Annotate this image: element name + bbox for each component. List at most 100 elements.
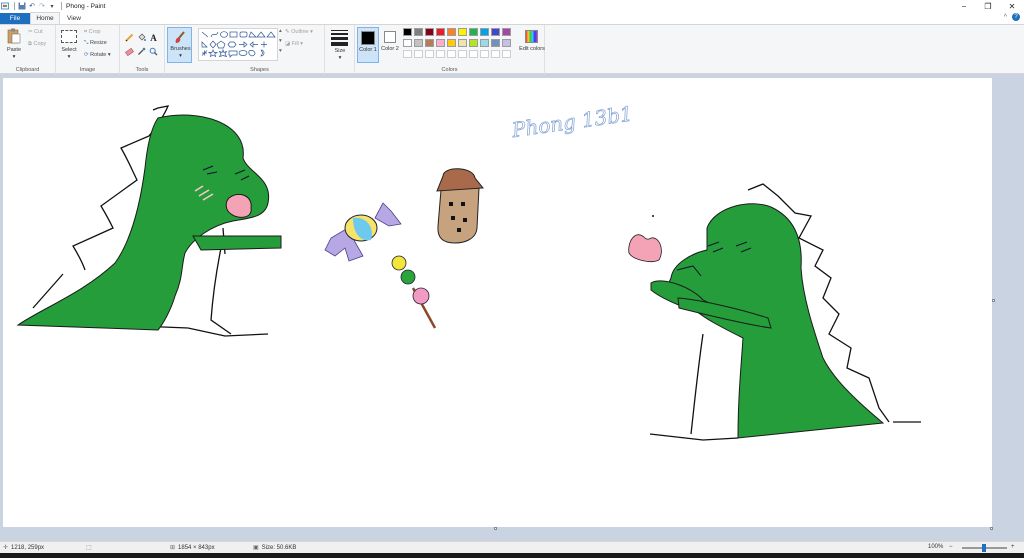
drawing-canvas[interactable]: Phong 13b1 xyxy=(3,78,992,527)
custom-color-slot[interactable] xyxy=(414,50,423,58)
paste-label[interactable]: Paste xyxy=(2,47,26,53)
custom-color-slot[interactable] xyxy=(447,50,456,58)
save-icon[interactable] xyxy=(18,2,26,10)
copy-label: Copy xyxy=(33,41,47,47)
tab-view[interactable]: View xyxy=(60,12,88,24)
custom-color-slot[interactable] xyxy=(502,50,511,58)
resize-handle-corner[interactable] xyxy=(990,527,993,530)
palette-swatch[interactable] xyxy=(425,28,434,36)
palette-swatch[interactable] xyxy=(480,28,489,36)
fill-bucket-icon[interactable] xyxy=(137,33,146,42)
file-size-text: Size: 50.6KB xyxy=(261,544,297,551)
edit-colors-button[interactable]: Edit colors xyxy=(519,27,545,63)
color2-label: Color 2 xyxy=(381,46,399,52)
palette-swatch[interactable] xyxy=(480,39,489,47)
crop-button[interactable]: ⌗ Crop xyxy=(84,29,101,36)
size-icon[interactable] xyxy=(331,30,348,46)
copy-button[interactable]: ⧉ Copy xyxy=(28,41,46,48)
color1-swatch xyxy=(361,31,375,45)
tab-file[interactable]: File xyxy=(0,13,30,24)
resize-handle-right[interactable] xyxy=(992,299,995,302)
rotate-button[interactable]: ⟳ Rotate ▾ xyxy=(84,52,111,58)
cut-button[interactable]: ✂ Cut xyxy=(28,29,43,35)
palette-swatch[interactable] xyxy=(425,39,434,47)
palette-swatch[interactable] xyxy=(447,39,456,47)
zoom-in-button[interactable]: + xyxy=(1011,544,1015,550)
help-icon[interactable]: ? xyxy=(1012,13,1020,21)
dimensions-icon: ⊞ xyxy=(170,545,176,551)
cursor-position: ✛ 1218, 259px xyxy=(3,544,44,552)
text-tool-icon[interactable]: A xyxy=(149,33,158,43)
crop-label: Crop xyxy=(88,29,101,35)
brushes-button[interactable]: Brushes ▾ xyxy=(167,27,192,63)
rotate-icon: ⟳ xyxy=(84,52,89,58)
select-button[interactable]: Select xyxy=(58,47,80,53)
color-picker-icon[interactable] xyxy=(137,47,146,56)
palette-swatch[interactable] xyxy=(469,39,478,47)
palette-swatch[interactable] xyxy=(458,39,467,47)
collapse-ribbon-icon[interactable]: ^ xyxy=(1004,14,1007,21)
palette-swatch[interactable] xyxy=(502,28,511,36)
shapes-scroll-up[interactable]: ▴ xyxy=(279,28,282,34)
palette-swatch[interactable] xyxy=(469,28,478,36)
fill-icon: ◪ xyxy=(285,41,291,47)
custom-color-slot[interactable] xyxy=(436,50,445,58)
resize-button[interactable]: ⤡ Resize xyxy=(84,40,107,47)
color2-button[interactable]: Color 2 xyxy=(380,27,402,63)
customize-qat-icon[interactable]: ▾ xyxy=(48,2,56,10)
custom-color-slot[interactable] xyxy=(425,50,434,58)
selection-size: ⬚ xyxy=(86,544,95,551)
qat-separator xyxy=(61,2,62,10)
drawing: Phong 13b1 xyxy=(16,101,921,441)
minimize-button[interactable]: − xyxy=(952,0,976,12)
size-dropdown-icon[interactable]: ▾ xyxy=(327,55,353,61)
shapes-more[interactable]: ▾ xyxy=(279,48,282,54)
paste-dropdown-icon[interactable]: ▾ xyxy=(2,54,26,60)
resize-label: Resize xyxy=(89,40,107,46)
pencil-icon[interactable] xyxy=(125,33,134,42)
eraser-icon[interactable] xyxy=(125,47,134,56)
shapes-scroll-down[interactable]: ▾ xyxy=(279,38,282,44)
color1-button[interactable]: Color 1 xyxy=(357,27,379,63)
maximize-button[interactable]: ❐ xyxy=(976,0,1000,12)
palette-swatch[interactable] xyxy=(491,28,500,36)
taskbar-strip xyxy=(0,553,1024,558)
zoom-slider-thumb[interactable] xyxy=(982,544,986,552)
shapes-group: ▴ ▾ ▾ ✎ Outline ▾ ◪ Fill ▾ Shapes xyxy=(195,25,325,74)
select-dropdown-icon[interactable]: ▾ xyxy=(58,54,80,60)
close-button[interactable]: ✕ xyxy=(1000,0,1024,12)
zoom-out-button[interactable]: − xyxy=(949,544,953,550)
magnifier-icon[interactable] xyxy=(149,47,158,56)
palette-swatch[interactable] xyxy=(414,28,423,36)
paste-icon[interactable] xyxy=(7,28,21,44)
zoom-slider[interactable] xyxy=(962,544,1007,552)
palette-swatch[interactable] xyxy=(447,28,456,36)
palette-swatch[interactable] xyxy=(458,28,467,36)
custom-color-slot[interactable] xyxy=(480,50,489,58)
shapes-gallery-icons xyxy=(201,31,276,58)
palette-swatch[interactable] xyxy=(436,39,445,47)
select-icon[interactable] xyxy=(61,30,77,43)
palette-swatch[interactable] xyxy=(403,39,412,47)
custom-color-slot[interactable] xyxy=(458,50,467,58)
custom-color-slot[interactable] xyxy=(491,50,500,58)
brushes-group: Brushes ▾ xyxy=(165,25,195,74)
fill-button[interactable]: ◪ Fill ▾ xyxy=(285,41,303,47)
custom-color-slot[interactable] xyxy=(469,50,478,58)
undo-icon[interactable]: ↶ xyxy=(28,2,36,10)
size-label[interactable]: Size xyxy=(327,48,353,54)
color1-label: Color 1 xyxy=(359,47,377,53)
redo-icon[interactable]: ↷ xyxy=(38,2,46,10)
shapes-gallery[interactable] xyxy=(198,28,278,61)
image-group: Select ▾ ⌗ Crop ⤡ Resize ⟳ Rotate ▾ Imag… xyxy=(56,25,120,74)
palette-swatch[interactable] xyxy=(502,39,511,47)
palette-swatch[interactable] xyxy=(403,28,412,36)
palette-swatch[interactable] xyxy=(436,28,445,36)
palette-swatch[interactable] xyxy=(491,39,500,47)
custom-color-slot[interactable] xyxy=(403,50,412,58)
tab-home[interactable]: Home xyxy=(30,12,60,24)
palette-swatch[interactable] xyxy=(414,39,423,47)
resize-handle-bottom[interactable] xyxy=(494,527,497,530)
outline-button[interactable]: ✎ Outline ▾ xyxy=(285,29,313,35)
status-bar: ✛ 1218, 259px ⬚ ⊞ 1854 × 843px ▣ Size: 5… xyxy=(0,541,1024,553)
